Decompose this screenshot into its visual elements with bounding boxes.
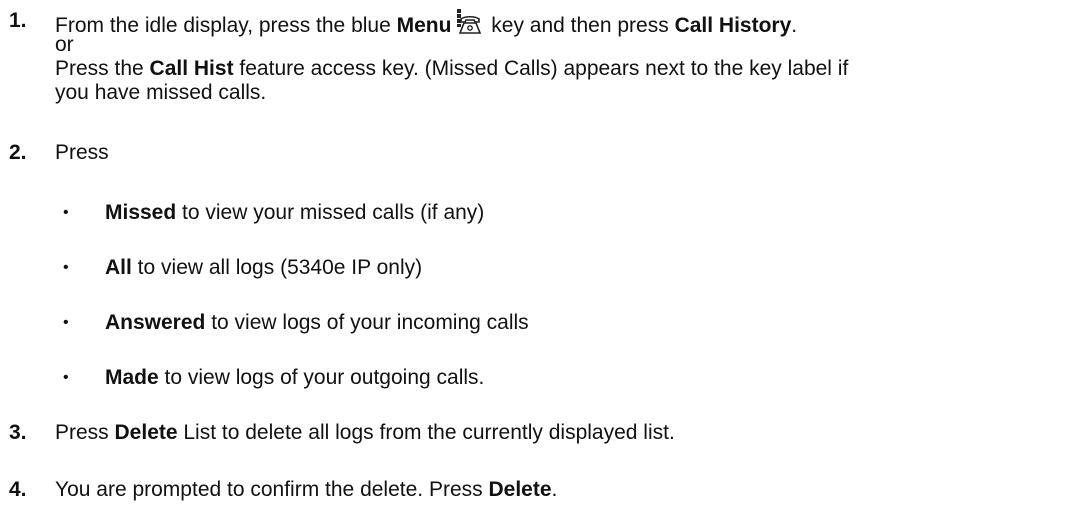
menu-phone-icon bbox=[453, 9, 483, 41]
step-line: From the idle display, press the blue Me… bbox=[55, 9, 1060, 37]
step-number: 4. bbox=[9, 478, 27, 501]
step-line: Press Delete List to delete all logs fro… bbox=[55, 421, 675, 444]
step-body: Press bbox=[55, 141, 1060, 165]
delete-confirm-label: Delete bbox=[488, 478, 552, 501]
menu-key-label: Menu bbox=[396, 14, 452, 37]
option-missed: Missed bbox=[105, 201, 177, 224]
delete-label: Delete bbox=[114, 421, 178, 444]
call-hist-label: Call Hist bbox=[149, 57, 234, 80]
step-number: 2. bbox=[9, 141, 27, 164]
step-line: Press the Call Hist feature access key. … bbox=[55, 57, 849, 80]
step-number: 1. bbox=[9, 9, 27, 32]
instructions-document: 1. From the idle display, press the blue… bbox=[0, 0, 1070, 514]
step-line: Press bbox=[55, 141, 109, 164]
option-answered: Answered bbox=[105, 311, 206, 334]
bullet-icon: • bbox=[63, 314, 69, 331]
option-all: All bbox=[105, 256, 132, 279]
bullet-icon: • bbox=[63, 204, 69, 221]
step-body: You are prompted to confirm the delete. … bbox=[55, 478, 1060, 502]
option-made: Made bbox=[105, 366, 159, 389]
bullet-icon: • bbox=[63, 259, 69, 276]
step-line: You are prompted to confirm the delete. … bbox=[55, 478, 558, 501]
step-line: you have missed calls. bbox=[55, 81, 267, 104]
step-body: From the idle display, press the blue Me… bbox=[55, 9, 1060, 105]
bullet-icon: • bbox=[63, 369, 69, 386]
step-number: 3. bbox=[9, 421, 27, 444]
step-body: Press Delete List to delete all logs fro… bbox=[55, 421, 1060, 445]
call-history-label: Call History bbox=[674, 14, 792, 37]
